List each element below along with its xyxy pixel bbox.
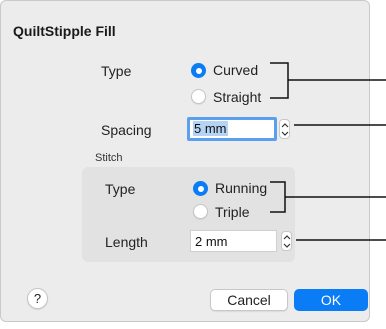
screenshot-canvas: QuiltStipple Fill Type Curved Straight S… xyxy=(0,0,386,329)
callout-lines xyxy=(270,62,386,241)
